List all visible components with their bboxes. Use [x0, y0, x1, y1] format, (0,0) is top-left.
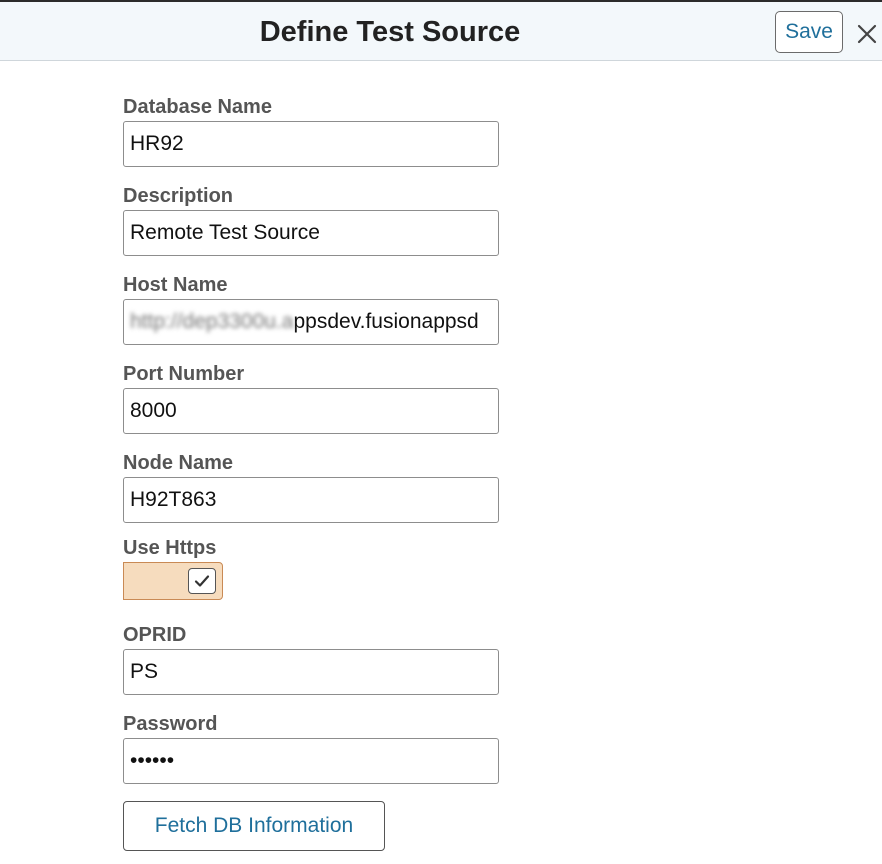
description-input[interactable]: Remote Test Source [123, 210, 499, 256]
oprid-label: OPRID [123, 624, 187, 646]
fetch-db-information-button[interactable]: Fetch DB Information [123, 801, 385, 851]
use-https-toggle[interactable] [123, 562, 223, 600]
use-https-checkbox[interactable] [188, 568, 216, 594]
password-input[interactable]: •••••• [123, 738, 499, 784]
host-name-visible-text: ppsdev.fusionappsd [293, 310, 479, 333]
oprid-input[interactable]: PS [123, 649, 499, 695]
check-icon [194, 575, 210, 587]
close-icon[interactable] [854, 19, 880, 49]
host-name-label: Host Name [123, 274, 228, 296]
password-label: Password [123, 713, 218, 735]
page-title: Define Test Source [259, 16, 521, 48]
node-name-label: Node Name [123, 452, 234, 474]
database-name-input[interactable]: HR92 [123, 121, 499, 167]
port-number-label: Port Number [123, 363, 245, 385]
host-name-input[interactable]: http://dep3300u.a ppsdev.fusionappsd [123, 299, 499, 345]
dialog-header: Define Test Source Save [0, 0, 882, 61]
port-number-input[interactable]: 8000 [123, 388, 499, 434]
host-name-obscured-text: http://dep3300u.a [130, 310, 294, 333]
use-https-label: Use Https [123, 537, 217, 559]
database-name-label: Database Name [123, 96, 272, 118]
node-name-input[interactable]: H92T863 [123, 477, 499, 523]
save-button[interactable]: Save [775, 11, 843, 53]
description-label: Description [123, 185, 234, 207]
